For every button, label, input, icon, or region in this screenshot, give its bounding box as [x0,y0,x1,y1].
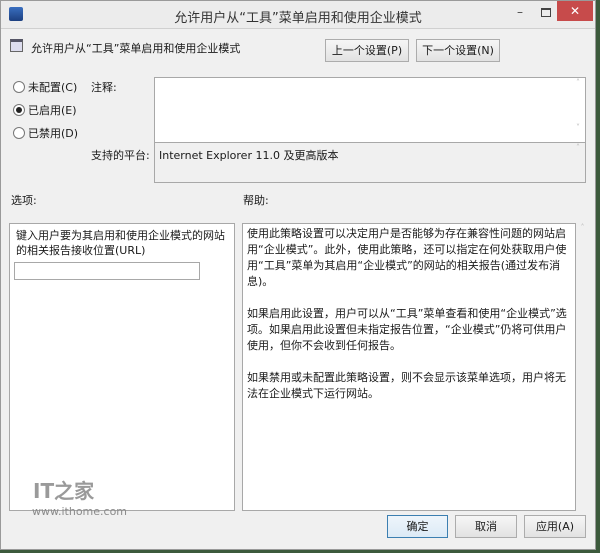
platform-label: 支持的平台: [91,149,150,162]
ok-button[interactable]: 确定 [387,515,448,538]
next-setting-button[interactable]: 下一个设置(N) [416,39,500,62]
maximize-button[interactable] [541,8,551,17]
radio-not-configured[interactable]: 未配置(C) [13,79,77,95]
close-button[interactable]: ✕ [557,1,593,21]
comment-label: 注释: [91,81,117,94]
window-title: 允许用户从“工具”菜单启用和使用企业模式 [174,11,422,26]
title-bar: 允许用户从“工具”菜单启用和使用企业模式 – ✕ [1,1,595,29]
previous-setting-button[interactable]: 上一个设置(P) [325,39,409,62]
radio-enabled[interactable]: 已启用(E) [13,102,77,118]
help-scrollbar[interactable]: ˄ [578,223,587,511]
radio-disabled[interactable]: 已禁用(D) [13,125,78,141]
apply-button[interactable]: 应用(A) [524,515,586,538]
watermark-url: www.ithome.com [32,505,128,518]
options-label: 选项: [11,194,37,207]
radio-label: 未配置(C) [28,81,78,94]
help-paragraph: 如果禁用或未配置此策略设置，则不会显示该菜单选项，用户将无法在企业模式下运行网站… [247,371,566,400]
policy-dialog: 允许用户从“工具”菜单启用和使用企业模式 – ✕ 允许用户从“工具”菜单启用和使… [0,0,596,550]
platform-field: Internet Explorer 11.0 及更高版本 ˄ [154,142,586,183]
cancel-button[interactable]: 取消 [455,515,517,538]
radio-label: 已启用(E) [28,104,77,117]
policy-icon [10,39,23,52]
help-label: 帮助: [243,194,269,207]
help-paragraph: 如果启用此设置，用户可以从“工具”菜单查看和使用“企业模式”选项。如果启用此设置… [247,307,567,352]
radio-circle[interactable] [13,104,25,116]
report-url-input[interactable] [14,262,200,280]
help-panel: 使用此策略设置可以决定用户是否能够为存在兼容性问题的网站启用“企业模式”。此外，… [242,223,576,511]
watermark-logo: IT之家 [33,479,95,503]
platform-value: Internet Explorer 11.0 及更高版本 [159,149,339,162]
help-paragraph: 使用此策略设置可以决定用户是否能够为存在兼容性问题的网站启用“企业模式”。此外，… [247,227,567,288]
minimize-button[interactable]: – [517,5,523,19]
options-panel: 键入用户要为其启用和使用企业模式的网站的相关报告接收位置(URL) [9,223,235,511]
url-field-label: 键入用户要为其启用和使用企业模式的网站的相关报告接收位置(URL) [16,229,225,257]
radio-label: 已禁用(D) [28,127,79,140]
radio-circle[interactable] [13,127,25,139]
policy-name: 允许用户从“工具”菜单启用和使用企业模式 [31,42,241,55]
scrollbar[interactable]: ˄ [571,143,585,182]
radio-circle[interactable] [13,81,25,93]
